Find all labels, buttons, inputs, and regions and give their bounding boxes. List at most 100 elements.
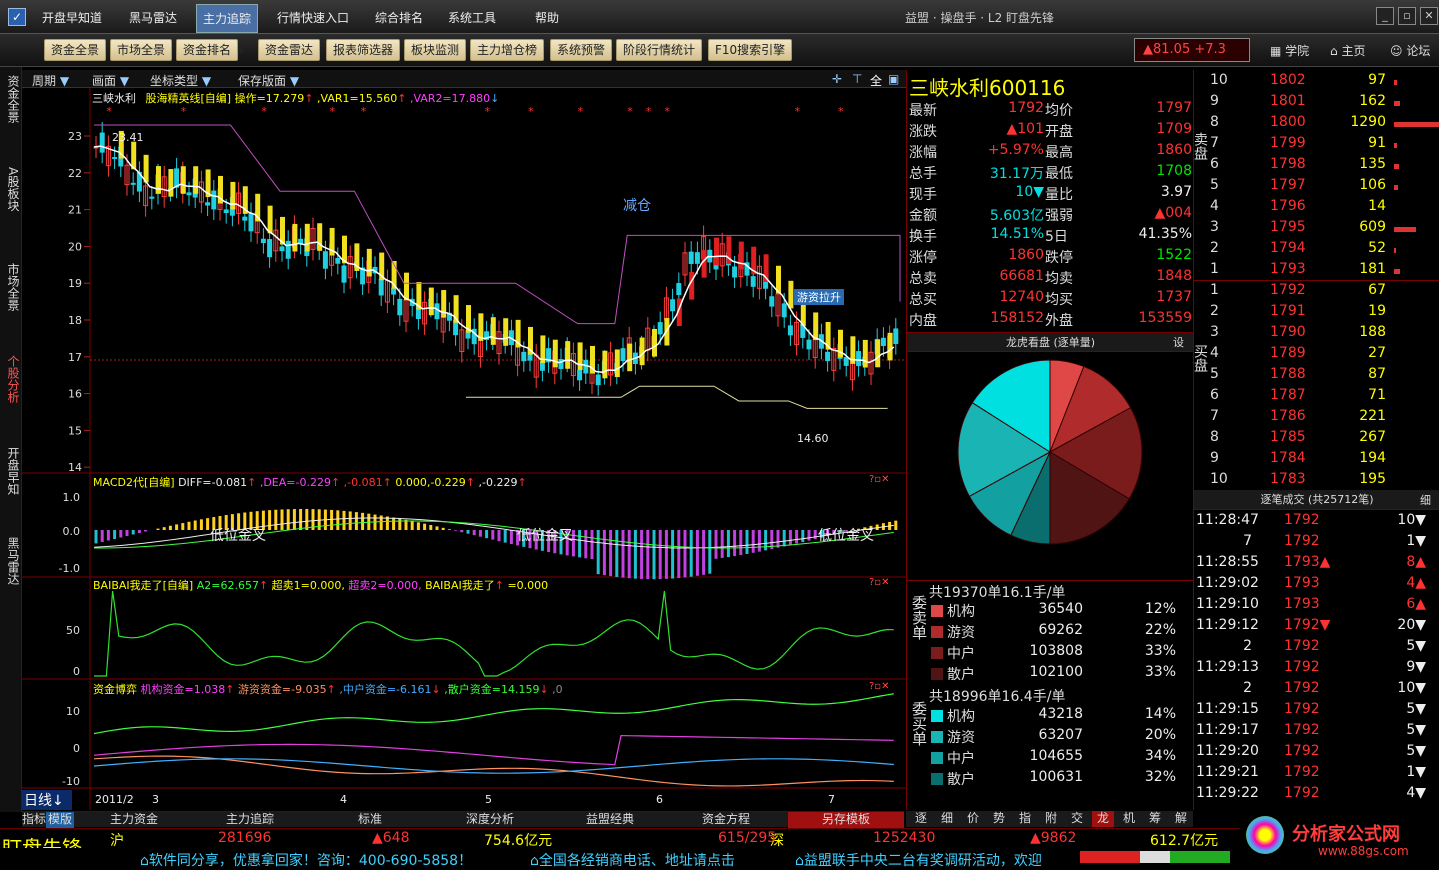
- news-item-3[interactable]: ⌂益盟联手中央二台有奖调研活动，欢迎: [795, 850, 1075, 870]
- cbtn-view[interactable]: 画面 ▼: [92, 72, 129, 89]
- menu-heima[interactable]: 黑马雷达: [129, 9, 177, 26]
- menu-kaipan[interactable]: 开盘早知道: [42, 9, 102, 26]
- minimize-icon[interactable]: _: [1376, 7, 1394, 25]
- ask-row[interactable]: 4 1796 14: [1194, 198, 1439, 219]
- quote-row: 换手 14.51% 5日 41.35%: [907, 226, 1194, 247]
- btn-yujing[interactable]: 系统预警: [550, 39, 613, 61]
- btn-shichang-quanjing[interactable]: 市场全景: [110, 39, 173, 61]
- menu-tools[interactable]: 系统工具: [448, 9, 496, 26]
- link-forum[interactable]: ☺ 论坛: [1390, 42, 1430, 59]
- candle: [806, 339, 812, 350]
- tab-zhibiao[interactable]: 指标: [22, 812, 46, 828]
- chevron-down-icon[interactable]: ▼: [238, 46, 252, 56]
- quote-row: 总手 31.17万 最低 1708: [907, 163, 1194, 184]
- quote-value: 10▼: [1015, 184, 1044, 200]
- btn-zijin-leida[interactable]: 资金雷达: [258, 39, 321, 61]
- cbtn-save[interactable]: 保存版面 ▼: [238, 72, 299, 89]
- ltab-agu[interactable]: A股板块: [2, 167, 20, 211]
- right-tab-4[interactable]: 指: [1014, 811, 1036, 827]
- ask-row[interactable]: 7 1799 91: [1194, 135, 1439, 156]
- cbtn-period[interactable]: 周期 ▼: [32, 72, 69, 89]
- btn-zijin-paiming[interactable]: 资金排名: [176, 39, 239, 61]
- tab-fangcheng[interactable]: 资金方程: [668, 812, 784, 828]
- fullscreen-icon[interactable]: 全: [870, 72, 882, 89]
- bid-row[interactable]: 9 1784 194: [1194, 450, 1439, 471]
- right-tab-5[interactable]: 附: [1040, 811, 1062, 827]
- right-tab-0[interactable]: 逐: [910, 811, 932, 827]
- btn-zijin-quanjing[interactable]: 资金全景: [44, 39, 107, 61]
- right-tab-1[interactable]: 细: [936, 811, 958, 827]
- btn-f10[interactable]: F10搜索引擎: [708, 39, 793, 61]
- right-tab-10[interactable]: 解: [1170, 811, 1192, 827]
- tab-shendu[interactable]: 深度分析: [432, 812, 548, 828]
- news-item-2[interactable]: ⌂全国各经销商电话、地址请点击: [530, 850, 735, 870]
- candle: [781, 303, 787, 318]
- right-tab-8[interactable]: 机: [1118, 811, 1140, 827]
- ask-row[interactable]: 9 1801 162: [1194, 93, 1439, 114]
- ask-row[interactable]: 3 1795 609: [1194, 219, 1439, 240]
- bid-row[interactable]: 10 1783 195: [1194, 471, 1439, 492]
- menu-help[interactable]: 帮助: [535, 9, 559, 26]
- btn-zengcang[interactable]: 主力增仓榜: [470, 39, 545, 61]
- baibai-close-icon[interactable]: ?▫✕: [869, 577, 889, 588]
- right-tab-3[interactable]: 势: [988, 811, 1010, 827]
- bid-row[interactable]: 7 1786 221: [1194, 408, 1439, 429]
- ask-row[interactable]: 1 1793 181: [1194, 261, 1439, 282]
- chart-area[interactable]: 23 22 21 20 19 18 17 16 15 14 * * * * * * * * * * * * * 1.0 0.…: [22, 88, 906, 810]
- signal-star: *: [528, 105, 534, 118]
- bid-row[interactable]: 2 1791 19: [1194, 303, 1439, 324]
- tab-moban[interactable]: 模版: [46, 812, 74, 828]
- period-selector[interactable]: 日线↓: [22, 790, 72, 810]
- bid-row[interactable]: 5 1788 87: [1194, 366, 1439, 387]
- menu-zonghe[interactable]: 综合排名: [375, 9, 423, 26]
- tab-jingdian[interactable]: 益盟经典: [552, 812, 668, 828]
- ask-row[interactable]: 5 1797 106: [1194, 177, 1439, 198]
- ltab-gegu[interactable]: 个股分析: [2, 355, 20, 403]
- draw-icon[interactable]: ⊤: [852, 72, 862, 86]
- menu-zhuli[interactable]: 主力追踪: [196, 4, 259, 33]
- bid-row[interactable]: 4 1789 27: [1194, 345, 1439, 366]
- ltab-zijin[interactable]: 资金全景: [2, 75, 20, 123]
- right-tab-2[interactable]: 价: [962, 811, 984, 827]
- tab-biaozhun[interactable]: 标准: [312, 812, 428, 828]
- bid-row[interactable]: 1 1792 67: [1194, 282, 1439, 303]
- ltab-kaipan[interactable]: 开盘早知: [2, 447, 20, 495]
- bid-row[interactable]: 8 1785 267: [1194, 429, 1439, 450]
- link-home[interactable]: ⌂ 主页: [1330, 42, 1365, 59]
- trade-volume: 1▼: [1406, 764, 1426, 780]
- news-item-1[interactable]: ⌂软件同分享，优惠拿回家！咨询：400-690-5858！: [140, 850, 472, 870]
- ask-row[interactable]: 10 1802 97: [1194, 72, 1439, 93]
- trade-time: 11:29:20: [1196, 743, 1259, 759]
- btn-jieduan[interactable]: 阶段行情统计: [616, 39, 703, 61]
- right-tab-6[interactable]: 交: [1066, 811, 1088, 827]
- macd-close-icon[interactable]: ?▫✕: [869, 474, 889, 485]
- btn-bankuai[interactable]: 板块监测: [404, 39, 467, 61]
- ask-row[interactable]: 8 1800 1290: [1194, 114, 1439, 135]
- cbtn-axis[interactable]: 坐标类型 ▼: [150, 72, 211, 89]
- crosshair-icon[interactable]: ✛: [832, 72, 842, 86]
- menu-hangqing[interactable]: 行情快速入口: [277, 9, 349, 26]
- right-tab-7[interactable]: 龙: [1092, 811, 1114, 827]
- ltab-heima[interactable]: 黑马雷达: [2, 537, 20, 585]
- ltab-shichang[interactable]: 市场全景: [2, 263, 20, 311]
- tab-zhuli-zijin[interactable]: 主力资金: [76, 812, 192, 828]
- trades-detail-button[interactable]: 细: [1420, 492, 1431, 508]
- ask-row[interactable]: 2 1794 52: [1194, 240, 1439, 261]
- image-icon[interactable]: ▣: [888, 72, 899, 86]
- index-quote[interactable]: ▲81.05 +7.3: [1134, 38, 1250, 62]
- ask-volume: 52: [1368, 240, 1386, 256]
- bid-row[interactable]: 3 1790 188: [1194, 324, 1439, 345]
- close-icon[interactable]: ✕: [1420, 7, 1438, 25]
- restore-icon[interactable]: ▫: [1398, 7, 1416, 25]
- ask-row[interactable]: 6 1798 135: [1194, 156, 1439, 177]
- tab-save-template[interactable]: 另存模板: [788, 812, 904, 828]
- longhu-settings-button[interactable]: 设: [1173, 334, 1184, 350]
- sz-amount: 612.7亿元: [1150, 833, 1219, 849]
- bid-row[interactable]: 6 1787 71: [1194, 387, 1439, 408]
- market-breadth-bar: [1080, 851, 1230, 863]
- btn-baobiao[interactable]: 报表筛选器: [326, 39, 401, 61]
- right-tab-9[interactable]: 筹: [1144, 811, 1166, 827]
- link-xueyuan[interactable]: ▦ 学院: [1270, 42, 1309, 59]
- fund-close-icon[interactable]: ?▫✕: [869, 681, 889, 692]
- tab-zhuli-zhuizong[interactable]: 主力追踪: [192, 812, 308, 828]
